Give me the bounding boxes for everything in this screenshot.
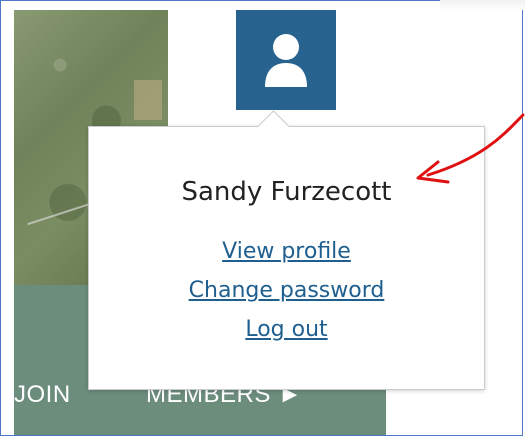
map-field bbox=[134, 80, 162, 120]
view-profile-link[interactable]: View profile bbox=[89, 239, 484, 264]
corner-shadow bbox=[440, 0, 525, 10]
change-password-link[interactable]: Change password bbox=[89, 278, 484, 303]
log-out-link[interactable]: Log out bbox=[89, 317, 484, 342]
nav-join-link[interactable]: JOIN bbox=[14, 381, 71, 409]
user-icon bbox=[265, 34, 307, 87]
account-avatar-button[interactable] bbox=[236, 10, 336, 110]
annotation-arrow-icon bbox=[416, 113, 525, 184]
